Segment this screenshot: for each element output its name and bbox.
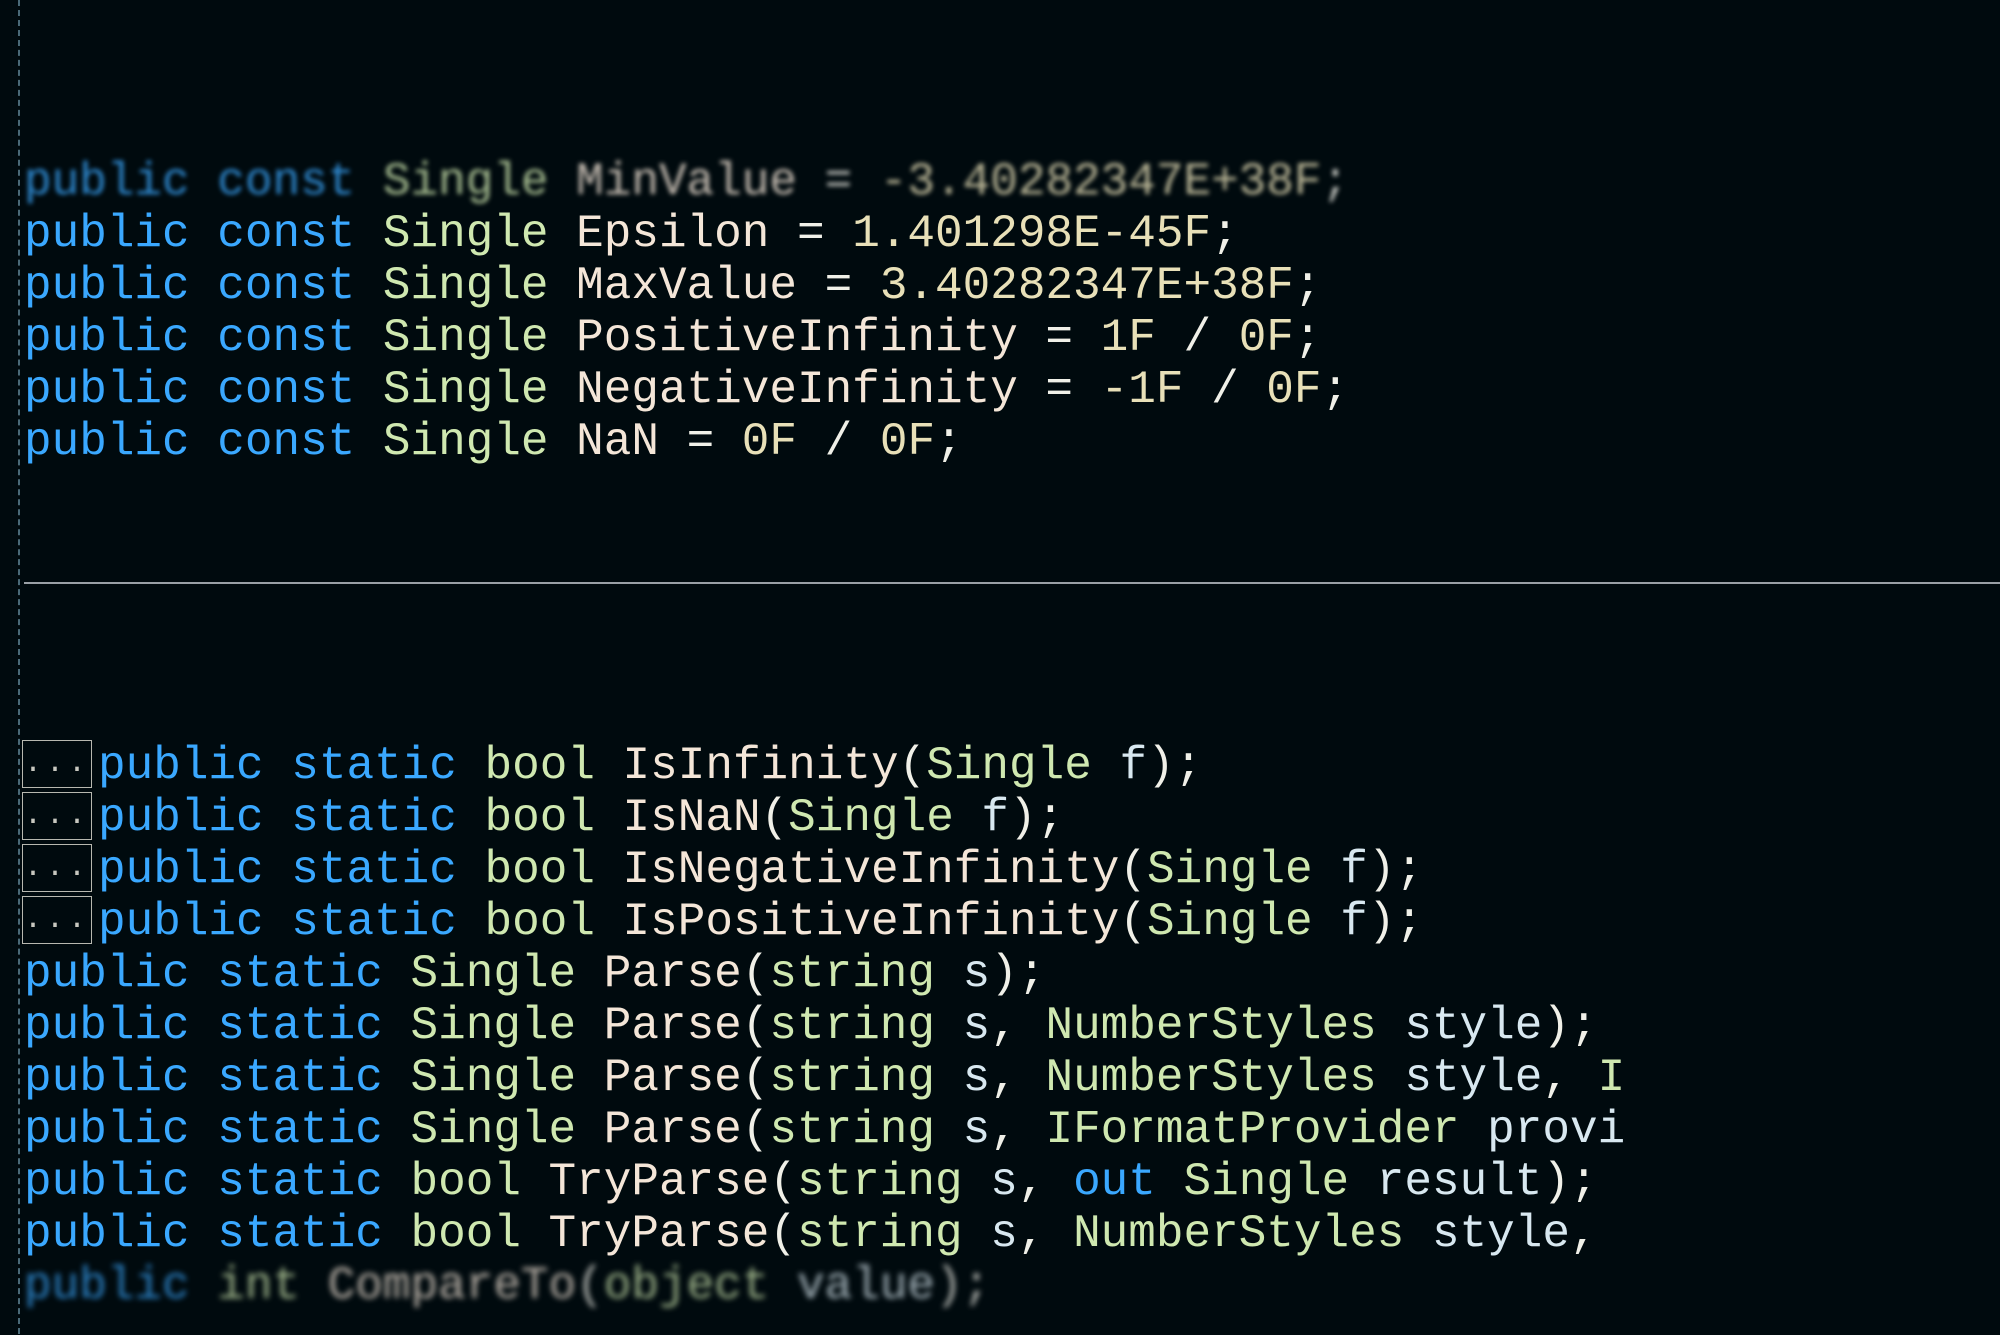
code-text: public static bool TryParse(string s, ou…: [24, 1156, 1598, 1208]
code-line[interactable]: public const Single PositiveInfinity = 1…: [24, 312, 2000, 364]
code-line[interactable]: public const Single NegativeInfinity = -…: [24, 364, 2000, 416]
code-text: public static Single Parse(string s);: [24, 948, 1045, 1000]
code-text: public static bool IsNaN(Single f);: [98, 792, 1064, 844]
code-line[interactable]: public const Single NaN = 0F / 0F;: [24, 416, 2000, 468]
code-line[interactable]: public static Single Parse(string s, Num…: [24, 1000, 2000, 1052]
fold-marker[interactable]: ...: [22, 740, 92, 788]
indent-guide: [18, 0, 20, 1335]
code-line[interactable]: public const Single MaxValue = 3.4028234…: [24, 260, 2000, 312]
code-line[interactable]: public static Single Parse(string s, Num…: [24, 1052, 2000, 1104]
code-text: public const Single Epsilon = 1.401298E-…: [24, 208, 1239, 260]
code-text: public static bool IsNegativeInfinity(Si…: [98, 844, 1423, 896]
code-line[interactable]: public static bool TryParse(string s, ou…: [24, 1156, 2000, 1208]
code-text: public static Single Parse(string s, IFo…: [24, 1104, 1625, 1156]
code-text: public const Single NegativeInfinity = -…: [24, 364, 1349, 416]
code-line[interactable]: ...public static bool IsNegativeInfinity…: [24, 844, 2000, 896]
code-text: public static bool TryParse(string s, Nu…: [24, 1208, 1598, 1260]
code-line[interactable]: public int CompareTo(object value);: [24, 1260, 2000, 1312]
fold-marker[interactable]: ...: [22, 792, 92, 840]
fold-marker[interactable]: ...: [22, 844, 92, 892]
code-line[interactable]: public static Single Parse(string s, IFo…: [24, 1104, 2000, 1156]
code-text: public const Single MaxValue = 3.4028234…: [24, 260, 1322, 312]
code-line[interactable]: public static Single Parse(string s);: [24, 948, 2000, 1000]
code-text: public int CompareTo(object value);: [24, 1260, 990, 1312]
fold-marker[interactable]: ...: [22, 896, 92, 944]
code-text: public static Single Parse(string s, Num…: [24, 1000, 1598, 1052]
code-line[interactable]: ...public static bool IsNaN(Single f);: [24, 792, 2000, 844]
code-line[interactable]: ...public static bool IsInfinity(Single …: [24, 740, 2000, 792]
region-divider: [24, 582, 2000, 584]
code-line[interactable]: public const Single Epsilon = 1.401298E-…: [24, 208, 2000, 260]
code-editor[interactable]: public const Single MinValue = -3.402823…: [0, 0, 2000, 1335]
code-line[interactable]: ...public static bool IsPositiveInfinity…: [24, 896, 2000, 948]
code-text: public const Single NaN = 0F / 0F;: [24, 416, 963, 468]
code-line[interactable]: public static bool TryParse(string s, Nu…: [24, 1208, 2000, 1260]
code-block-bottom: ...public static bool IsInfinity(Single …: [24, 740, 2000, 1312]
code-text: public static bool IsPositiveInfinity(Si…: [98, 896, 1423, 948]
code-text: public const Single MinValue = -3.402823…: [24, 156, 1349, 208]
code-line[interactable]: public const Single MinValue = -3.402823…: [24, 156, 2000, 208]
code-text: public static Single Parse(string s, Num…: [24, 1052, 1625, 1104]
code-text: public const Single PositiveInfinity = 1…: [24, 312, 1322, 364]
code-block-top: public const Single MinValue = -3.402823…: [24, 156, 2000, 468]
code-text: public static bool IsInfinity(Single f);: [98, 740, 1202, 792]
